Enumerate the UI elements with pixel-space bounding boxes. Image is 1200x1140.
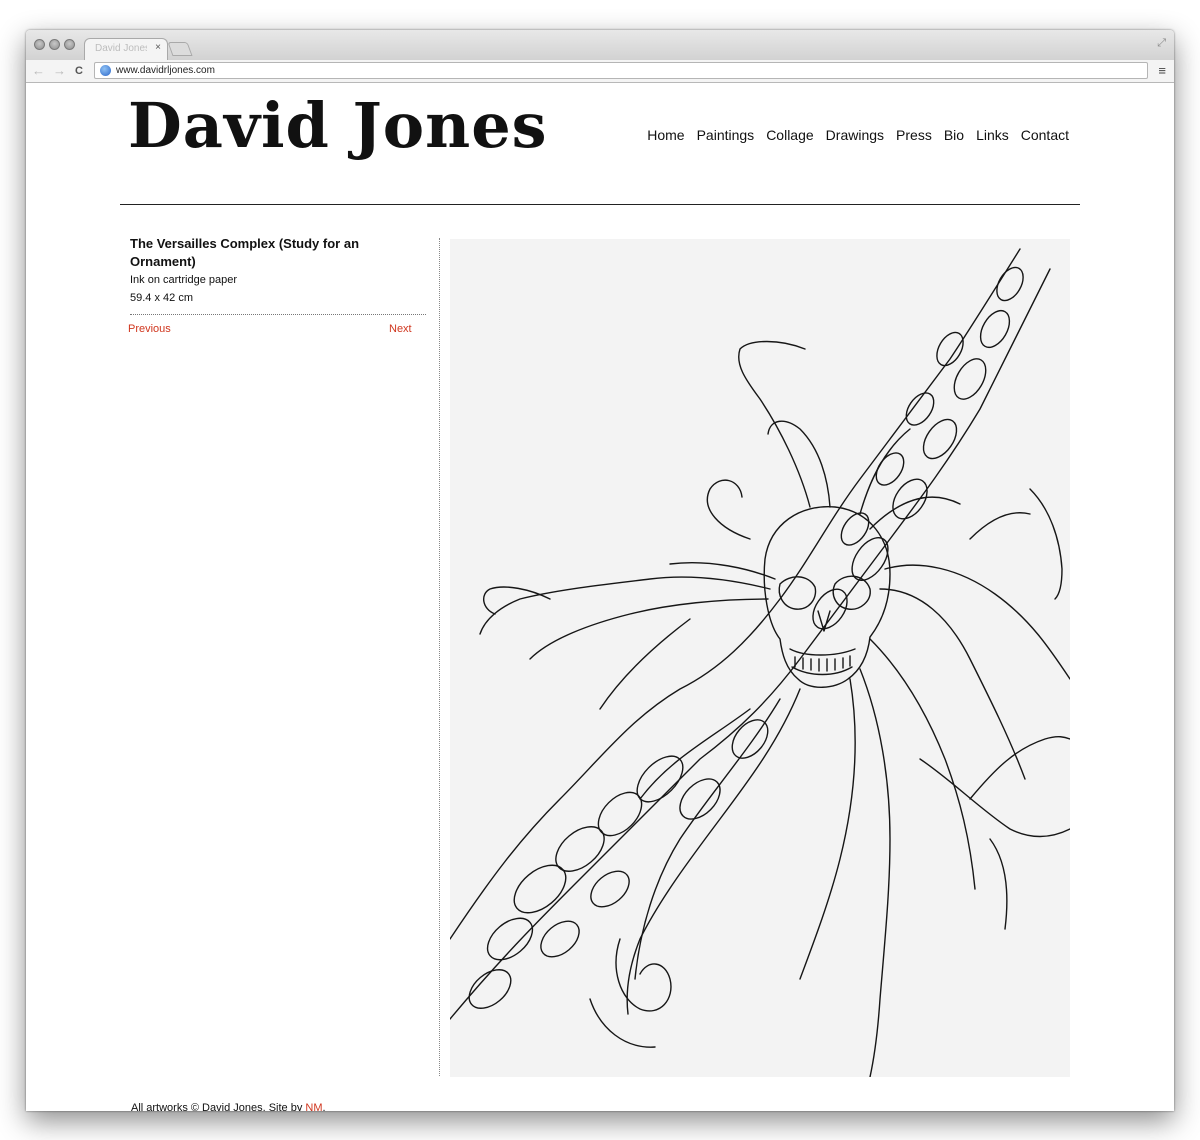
browser-toolbar: ← → C www.davidrljones.com ≡: [26, 60, 1174, 83]
artwork-info: The Versailles Complex (Study for an Orn…: [128, 235, 426, 343]
tab-close-icon[interactable]: ×: [155, 42, 161, 53]
browser-window: David Jones × ⤢ ← → C www.davidrljones.c…: [26, 30, 1174, 1111]
minimize-window-icon[interactable]: [49, 39, 60, 50]
artwork-size: 59.4 x 42 cm: [130, 292, 193, 304]
new-tab-button[interactable]: [167, 42, 193, 56]
nav-bio[interactable]: Bio: [944, 127, 964, 143]
next-link[interactable]: Next: [389, 323, 412, 335]
screen: David Jones × ⤢ ← → C www.davidrljones.c…: [0, 0, 1200, 1140]
nav-press[interactable]: Press: [896, 127, 932, 143]
skull-drawing-image: [450, 239, 1070, 1077]
site-title[interactable]: David Jones: [128, 89, 548, 162]
browser-menu-icon[interactable]: ≡: [1158, 64, 1166, 78]
browser-tab[interactable]: David Jones ×: [84, 38, 168, 60]
nav-drawings[interactable]: Drawings: [826, 127, 884, 143]
artwork-pager: Previous Next: [128, 323, 426, 343]
previous-link[interactable]: Previous: [128, 323, 171, 335]
artwork-title: The Versailles Complex (Study for an Orn…: [130, 236, 360, 269]
page-footer: All artworks © David Jones. Site by NM.: [131, 1102, 326, 1111]
footer-nm-link[interactable]: NM: [305, 1102, 322, 1111]
footer-suffix: .: [322, 1102, 326, 1111]
nav-contact[interactable]: Contact: [1021, 127, 1069, 143]
footer-text: All artworks © David Jones. Site by: [131, 1102, 306, 1111]
nav-collage[interactable]: Collage: [766, 127, 813, 143]
fullscreen-icon[interactable]: ⤢: [1157, 37, 1166, 50]
web-page: David Jones Home Paintings Collage Drawi…: [26, 83, 1174, 1111]
zoom-window-icon[interactable]: [64, 39, 75, 50]
main-nav: Home Paintings Collage Drawings Press Bi…: [647, 127, 1069, 143]
url-text: www.davidrljones.com: [116, 65, 215, 76]
info-divider: [130, 314, 426, 315]
column-divider: [439, 238, 440, 1076]
nav-links[interactable]: Links: [976, 127, 1009, 143]
browser-titlebar: David Jones × ⤢: [26, 30, 1174, 60]
artwork-medium: Ink on cartridge paper: [130, 274, 238, 286]
reload-icon[interactable]: C: [75, 63, 83, 79]
nav-home[interactable]: Home: [647, 127, 684, 143]
nav-paintings[interactable]: Paintings: [697, 127, 755, 143]
address-bar[interactable]: www.davidrljones.com: [94, 62, 1148, 79]
close-window-icon[interactable]: [34, 39, 45, 50]
back-arrow-icon[interactable]: ←: [32, 63, 45, 79]
header-divider: [120, 204, 1080, 205]
tab-title: David Jones: [95, 43, 147, 54]
globe-icon: [100, 65, 111, 76]
forward-arrow-icon[interactable]: →: [53, 63, 66, 79]
